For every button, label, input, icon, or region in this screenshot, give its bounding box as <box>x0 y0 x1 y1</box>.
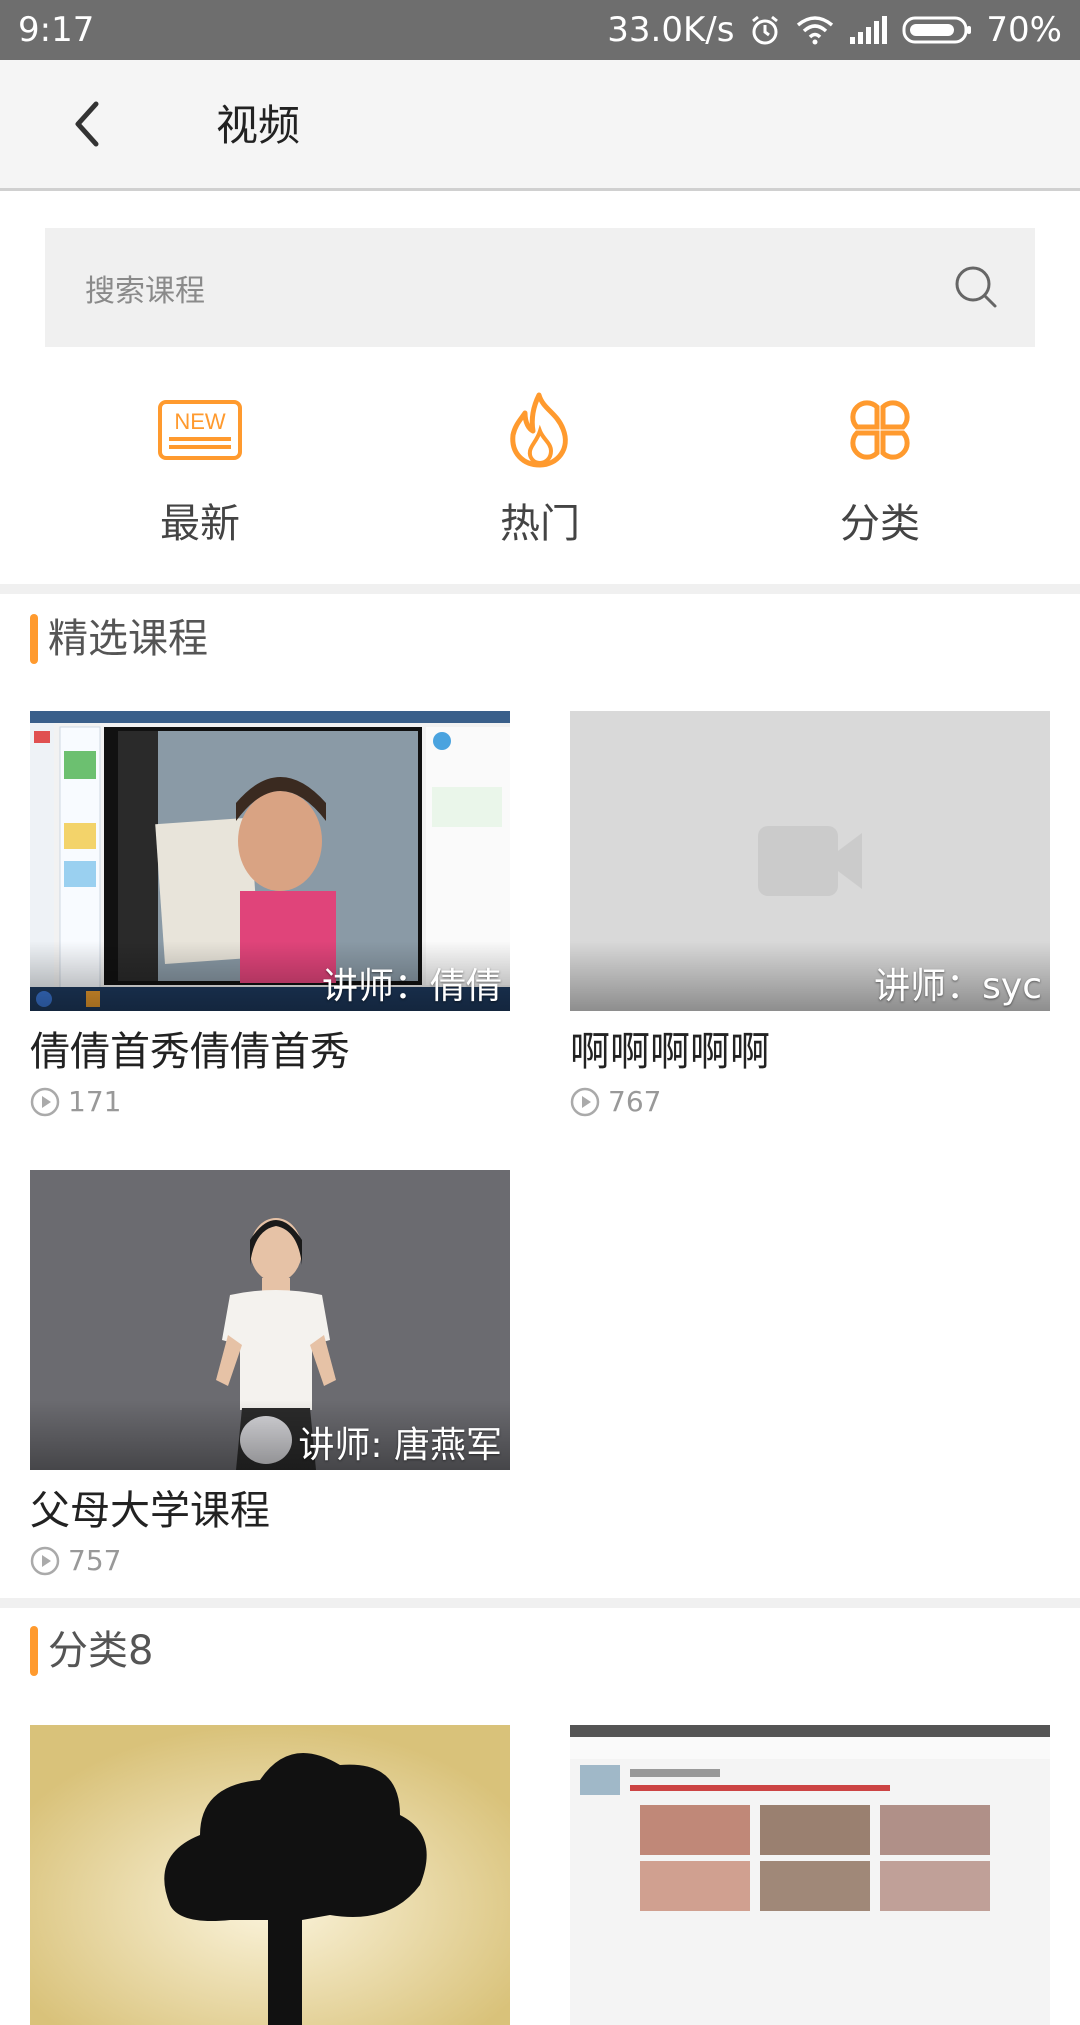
course-card[interactable] <box>570 1725 1050 2025</box>
play-count: 767 <box>570 1085 1050 1118</box>
course-title[interactable]: 父母大学课程 <box>30 1478 510 1536</box>
chevron-left-icon <box>75 101 99 147</box>
back-button[interactable] <box>62 96 118 152</box>
page-title: 视频 <box>216 101 301 150</box>
lecturer-label: 讲师: 唐燕军 <box>298 1425 502 1466</box>
course-thumbnail[interactable] <box>30 1725 510 2025</box>
course-card[interactable]: 讲师: 唐燕军 父母大学课程 757 <box>30 1170 510 1577</box>
battery-percent: 70% <box>986 10 1062 50</box>
course-card[interactable]: 讲师：倩倩 倩倩首秀倩倩首秀 171 <box>30 711 510 1118</box>
shortcut-label: 最新 <box>160 501 240 547</box>
play-circle-icon <box>570 1087 600 1116</box>
shortcut-label: 分类 <box>840 501 920 547</box>
course-thumbnail[interactable]: 讲师：倩倩 <box>30 711 510 1011</box>
status-icons: 33.0K/s 70% <box>607 0 1062 60</box>
search-input[interactable]: 搜索课程 <box>85 266 205 310</box>
status-bar: 9:17 33.0K/s 70% <box>0 0 1080 60</box>
alarm-icon <box>748 13 782 47</box>
app-header: 视频 <box>0 60 1080 191</box>
course-title[interactable]: 倩倩首秀倩倩首秀 <box>30 1019 510 1077</box>
search-bar[interactable]: 搜索课程 <box>45 228 1035 347</box>
course-title[interactable]: 啊啊啊啊啊 <box>570 1019 1050 1077</box>
section-divider <box>0 584 1080 594</box>
app-screenshot-thumbnail <box>570 1725 1050 1911</box>
category-grid-icon <box>780 385 980 475</box>
play-count-value: 171 <box>68 1085 122 1118</box>
course-thumbnail[interactable]: 讲师：syc <box>570 711 1050 1011</box>
shortcut-label: 热门 <box>500 501 580 547</box>
lecturer-label: 讲师：syc <box>874 966 1042 1007</box>
course-card[interactable]: 讲师：syc 啊啊啊啊啊 767 <box>570 711 1050 1118</box>
course-thumbnail[interactable] <box>570 1725 1050 2025</box>
course-thumbnail[interactable]: 讲师: 唐燕军 <box>30 1170 510 1470</box>
shortcut-hot[interactable]: 热门 <box>440 385 640 549</box>
play-count-value: 757 <box>68 1544 122 1577</box>
section-title: 分类8 <box>48 1628 154 1674</box>
network-speed: 33.0K/s <box>607 10 735 50</box>
search-icon[interactable] <box>953 264 999 310</box>
status-time: 9:17 <box>18 10 95 50</box>
course-card[interactable] <box>30 1725 510 2025</box>
new-badge-icon: NEW <box>100 385 300 475</box>
signal-icon <box>848 15 888 45</box>
play-circle-icon <box>30 1087 60 1116</box>
flame-icon <box>440 385 640 475</box>
lecturer-label: 讲师：倩倩 <box>321 966 502 1007</box>
shortcut-latest[interactable]: NEW 最新 <box>100 385 300 549</box>
section-accent-bar <box>30 614 38 664</box>
section-divider <box>0 1598 1080 1608</box>
shortcut-category[interactable]: 分类 <box>780 385 980 549</box>
section-title: 精选课程 <box>48 616 208 662</box>
play-count-value: 767 <box>608 1085 662 1118</box>
play-count: 757 <box>30 1544 510 1577</box>
battery-icon <box>902 15 972 45</box>
play-count: 171 <box>30 1085 510 1118</box>
new-badge-text: NEW <box>174 409 226 434</box>
tree-silhouette-thumbnail <box>30 1725 510 2025</box>
wifi-icon <box>796 15 834 45</box>
section-accent-bar <box>30 1626 38 1676</box>
play-circle-icon <box>30 1546 60 1575</box>
